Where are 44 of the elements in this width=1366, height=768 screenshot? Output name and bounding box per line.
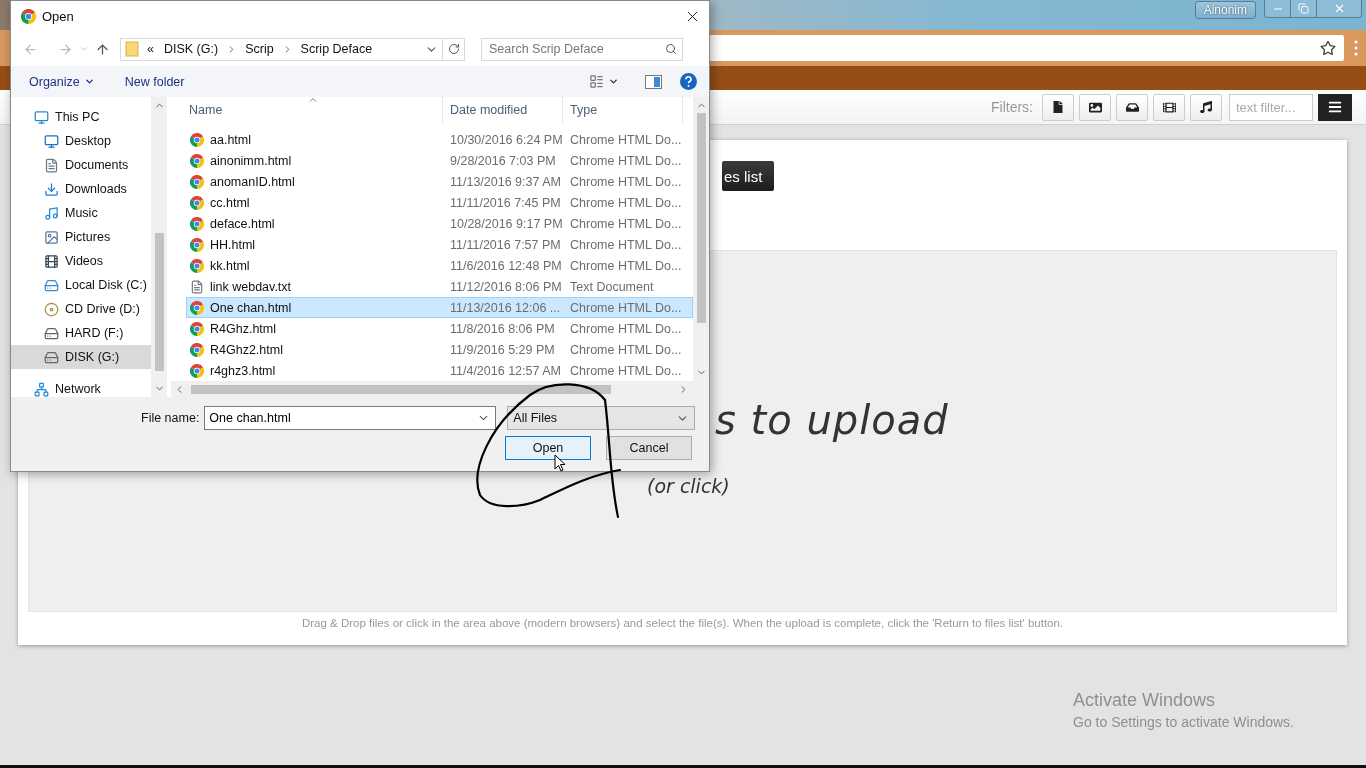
file-date: 11/8/2016 8:06 PM (449, 321, 556, 336)
dialog-title: Open (42, 9, 75, 24)
file-name: kk.html (210, 258, 250, 273)
file-date: 9/28/2016 7:03 PM (449, 153, 557, 168)
activation-subtitle: Go to Settings to activate Windows. (1073, 714, 1294, 730)
file-name: R4Ghz2.html (210, 342, 283, 357)
file-type: Chrome HTML Do... (569, 132, 683, 147)
help-text: Drag & Drop files or click in the area above (modern browsers) and select the file(s). When the upload is complete, click the 'Return to files list' button. (300, 616, 1065, 629)
file-type: Chrome HTML Do... (569, 174, 683, 189)
file-date: 10/28/2016 9:17 PM (449, 216, 564, 231)
filters-label: Filters: (991, 99, 1033, 115)
file-type: Chrome HTML Do... (569, 216, 683, 231)
file-name: R4Ghz.html (210, 321, 276, 336)
file-type: Text Document (569, 279, 655, 294)
file-date: 11/13/2016 9:37 AM (449, 174, 562, 189)
file-date: 11/9/2016 5:29 PM (449, 342, 556, 357)
file-name: r4ghz3.html (210, 363, 276, 378)
file-date: 11/6/2016 12:48 PM (449, 258, 563, 273)
file-name: link webdav.txt (210, 279, 292, 294)
file-name: aa.html (210, 132, 251, 147)
file-date: 10/30/2016 6:24 PM (449, 132, 564, 147)
file-type: Chrome HTML Do... (569, 195, 683, 210)
file-name: deface.html (210, 216, 275, 231)
file-name: ainonimm.html (210, 153, 292, 168)
file-date: 11/4/2016 12:57 AM (449, 363, 562, 378)
file-type: Chrome HTML Do... (569, 321, 683, 336)
file-type: Chrome HTML Do... (569, 258, 683, 273)
file-name: cc.html (210, 195, 250, 210)
file-type: Chrome HTML Do... (569, 300, 683, 315)
file-type: Chrome HTML Do... (569, 153, 683, 168)
file-type: Chrome HTML Do... (569, 237, 683, 252)
file-type: Chrome HTML Do... (569, 363, 683, 378)
file-name-label: File name: (141, 411, 200, 425)
file-name: HH.html (210, 237, 256, 252)
drop-subtext: (or click) (647, 475, 731, 497)
drop-text: s to upload (715, 397, 950, 443)
file-date: 11/11/2016 7:45 PM (449, 195, 562, 210)
file-type: Chrome HTML Do... (569, 342, 683, 357)
activation-title: Activate Windows (1073, 690, 1217, 711)
file-name: anomanID.html (210, 174, 295, 189)
file-date: 11/13/2016 12:06 ... (449, 300, 562, 315)
file-date: 11/12/2016 8:06 PM (449, 279, 563, 294)
file-date: 11/11/2016 7:57 PM (449, 237, 562, 252)
file-name: One chan.html (210, 300, 292, 315)
